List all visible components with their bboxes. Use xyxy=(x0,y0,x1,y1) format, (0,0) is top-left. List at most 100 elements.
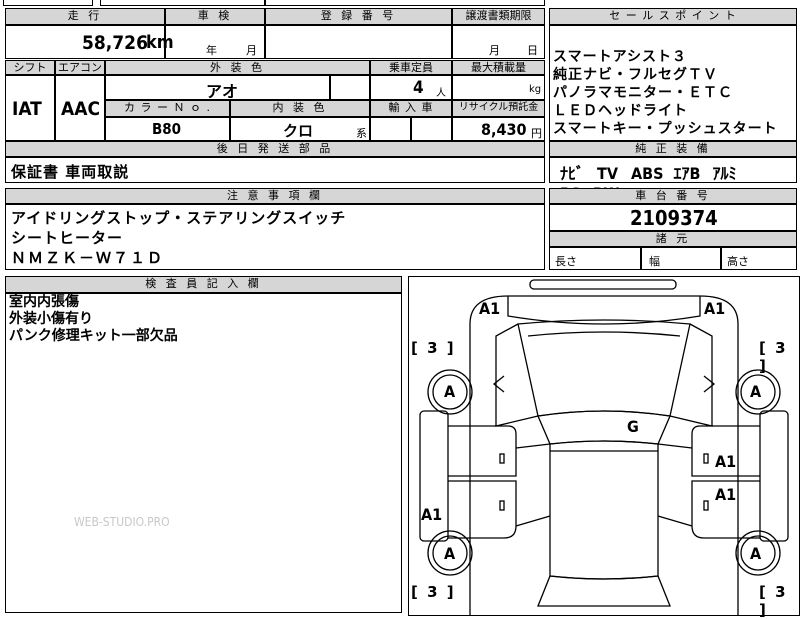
left-c-pillar xyxy=(515,515,551,527)
color-no-header: カ ラ ー Ｎ ｏ . xyxy=(105,100,230,117)
transfer-deadline-cell: 月 日 xyxy=(452,25,545,59)
width-label: 幅 xyxy=(649,255,660,268)
wheel-rear-right: A xyxy=(750,544,762,563)
equipment-cell: ﾅﾋﾞTVABSｴｱBｱﾙﾐPSPW xyxy=(549,157,797,203)
wheel-front-right: A xyxy=(750,382,762,401)
damage-right-rear-door: A1 xyxy=(715,485,737,504)
chassis-no-cell: 2109374 xyxy=(549,204,797,231)
import-cell-1 xyxy=(370,117,411,141)
color-no-cell: B80 xyxy=(105,117,230,141)
shift-value: IAT xyxy=(12,98,42,120)
inspection-month-unit: 月 xyxy=(246,44,257,57)
inspector-note-2: 外装小傷有り xyxy=(9,311,93,327)
wheel-front-left: A xyxy=(444,382,456,401)
dimensions-header: 諸 元 xyxy=(549,231,797,247)
left-b-pillar xyxy=(515,443,551,449)
shift-cell: IAT xyxy=(5,75,55,141)
inspector-note-3: パンク修理キット一部欠品 xyxy=(9,328,178,344)
equipment-alloy: ｱﾙﾐ xyxy=(712,164,737,183)
equipment-airbag: ｴｱB xyxy=(673,164,701,183)
shift-header: シフト xyxy=(5,60,55,75)
chassis-no-value: 2109374 xyxy=(630,206,718,230)
windshield xyxy=(537,410,671,445)
dimensions-height-cell: 高さ xyxy=(721,247,797,270)
car-diagram-frame: A1 A1 [ 3 ] [ 3 ] A A G A1 A1 A1 A A [ 3… xyxy=(408,276,800,619)
int-color-value: クロ xyxy=(283,122,314,140)
tire-rear-left: [ 3 ] xyxy=(411,583,456,601)
registration-cell xyxy=(265,25,452,59)
damage-front-right: A1 xyxy=(704,299,726,318)
dimensions-width-cell: 幅 xyxy=(641,247,721,270)
selling-point-3: パノラマモニター・ＥＴＣ xyxy=(553,85,733,101)
body-outline xyxy=(469,295,739,616)
max-load-cell: kg xyxy=(452,75,545,100)
recycle-cell: 8,430 円 xyxy=(452,117,545,141)
right-front-handle xyxy=(703,453,709,464)
int-color-header: 内 装 色 xyxy=(230,100,370,117)
left-front-door xyxy=(448,425,517,477)
top-strip-left xyxy=(3,0,93,6)
inspection-cell: 年 月 xyxy=(165,25,265,59)
right-b-pillar xyxy=(657,443,693,449)
rear-window xyxy=(537,575,671,607)
selling-point-2: 純正ナビ・フルセグＴＶ xyxy=(553,67,718,83)
damage-left-rear: A1 xyxy=(421,505,443,524)
selling-points-box: スマートアシスト３ 純正ナビ・フルセグＴＶ パノラマモニター・ＥＴＣ ＬＥＤヘッ… xyxy=(549,25,797,141)
note-3: ＮＭＺＫ－Ｗ７１Ｄ xyxy=(11,249,165,267)
color-no-value: B80 xyxy=(152,120,182,138)
selling-point-4: ＬＥＤヘッドライト xyxy=(553,103,688,119)
roof xyxy=(549,440,659,580)
chassis-no-header: 車 台 番 号 xyxy=(549,188,797,204)
note-2: シートヒーター xyxy=(11,229,124,247)
recycle-value: 8,430 xyxy=(481,120,527,139)
note-1: アイドリングストップ・ステアリングスイッチ xyxy=(11,209,347,227)
capacity-unit: 人 xyxy=(436,88,446,99)
right-rear-handle xyxy=(703,500,709,511)
import-cell-2 xyxy=(411,117,452,141)
int-color-suffix: 系 xyxy=(356,127,367,140)
car-diagram xyxy=(419,279,789,616)
equipment-tv: TV xyxy=(597,164,618,183)
right-side-panel xyxy=(759,410,789,542)
mileage-header: 走 行 xyxy=(5,8,165,25)
right-c-pillar xyxy=(657,515,693,527)
left-front-handle xyxy=(499,453,505,464)
inspector-header: 検 査 員 記 入 欄 xyxy=(5,276,402,293)
equipment-nav: ﾅﾋﾞ xyxy=(560,164,585,183)
transfer-day-unit: 日 xyxy=(527,44,538,57)
left-rear-handle xyxy=(499,500,505,511)
inspector-notes-list: 室内内張傷 外装小傷有り パンク修理キット一部欠品 xyxy=(9,294,178,345)
hood-line xyxy=(527,331,681,337)
mileage-value: 58,726 xyxy=(82,32,148,54)
tire-front-left: [ 3 ] xyxy=(411,339,456,357)
mileage-cell: 58,726 km xyxy=(5,25,174,59)
later-parts-value: 保証書 車両取説 xyxy=(11,163,130,181)
recycle-header: リサイクル預託金 xyxy=(452,100,545,117)
transfer-deadline-header: 譲渡書類期限 xyxy=(452,8,545,25)
length-label: 長さ xyxy=(555,255,577,268)
later-parts-header: 後 日 発 送 部 品 xyxy=(5,141,545,157)
inspection-year-unit: 年 xyxy=(206,44,217,57)
damage-roof: G xyxy=(627,417,639,436)
dimensions-length-cell: 長さ xyxy=(549,247,641,270)
inspector-note-1: 室内内張傷 xyxy=(9,294,79,310)
selling-point-1: スマートアシスト３ xyxy=(553,49,688,65)
front-bar xyxy=(529,279,677,290)
inspector-cell: 室内内張傷 外装小傷有り パンク修理キット一部欠品 WEB-STUDIO.PRO xyxy=(5,293,402,613)
int-color-cell: クロ 系 xyxy=(230,117,370,141)
registration-header: 登 録 番 号 xyxy=(265,8,452,25)
capacity-value: 4 xyxy=(413,78,424,98)
damage-front-left: A1 xyxy=(479,299,501,318)
later-parts-cell: 保証書 車両取説 xyxy=(5,157,545,183)
top-strip-mid xyxy=(100,0,265,6)
aircon-value: AAC xyxy=(61,98,101,120)
height-label: 高さ xyxy=(727,255,749,268)
max-load-unit: kg xyxy=(529,84,542,95)
equipment-abs: ABS xyxy=(630,164,664,183)
damage-right-front-door: A1 xyxy=(715,452,737,471)
selling-point-5: スマートキー・プッシュスタート xyxy=(553,121,778,137)
notes-header: 注 意 事 項 欄 xyxy=(5,188,545,204)
left-a-pillar xyxy=(495,323,539,427)
aircon-header: エアコン xyxy=(55,60,105,75)
inspection-header: 車 検 xyxy=(165,8,265,25)
